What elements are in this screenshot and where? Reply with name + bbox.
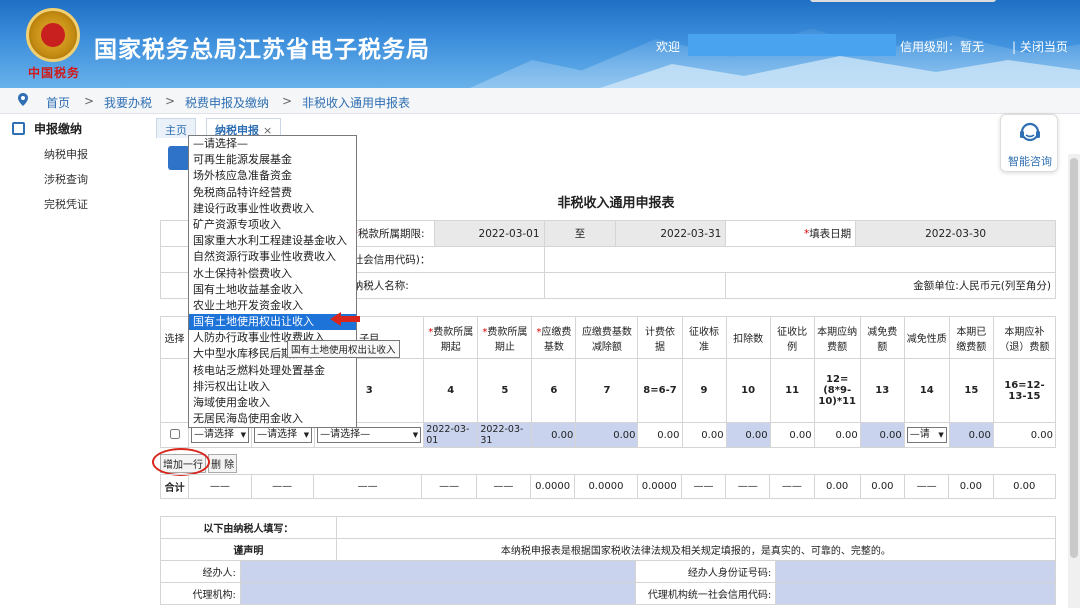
scrollbar[interactable]: [1068, 154, 1080, 608]
sidebar: 申报缴纳 纳税申报 涉税查询 完税凭证: [0, 114, 152, 608]
project-dropdown-list[interactable]: —请选择— 可再生能源发展基金 场外核应急准备资金 免税商品特许经营费 建设行政事业性收…: [188, 135, 357, 429]
paid-input[interactable]: 0.00: [948, 422, 994, 448]
credit-level: 信用级别：暂无: [900, 40, 985, 54]
date-to-input[interactable]: 2022-03-31: [477, 422, 533, 448]
dropdown-option[interactable]: 自然资源行政事业性收费收入: [189, 249, 356, 265]
sidebar-title: 申报缴纳: [34, 122, 83, 136]
dropdown-option[interactable]: 国家重大水利工程建设基金收入: [189, 233, 356, 249]
item-select[interactable]: —请选择: [254, 427, 313, 443]
smart-consult-button[interactable]: 智能咨询: [1000, 114, 1058, 172]
sidebar-item-voucher[interactable]: 完税凭证: [44, 196, 88, 212]
annotation-arrow-icon: [330, 312, 360, 326]
dropdown-option[interactable]: 建设行政事业性收费收入: [189, 201, 356, 217]
base-input[interactable]: 0.00: [531, 422, 577, 448]
site-header: 中国税务 国家税务总局江苏省电子税务局 欢迎 信用级别：暂无 | 关闭当页: [0, 0, 1080, 88]
site-title: 国家税务总局江苏省电子税务局: [94, 37, 430, 63]
option-tooltip: 国有土地使用权出让收入: [287, 340, 400, 358]
project-select[interactable]: —请选择: [191, 427, 250, 443]
sidebar-item-query[interactable]: 涉税查询: [44, 171, 88, 187]
dropdown-option[interactable]: 核电站乏燃料处理处置基金: [189, 363, 356, 379]
agent-input[interactable]: [239, 560, 637, 583]
period-to: 2022-03-31: [615, 220, 727, 247]
breadcrumb: 首页 > 我要办税 > 税费申报及缴纳 > 非税收入通用申报表: [0, 88, 1080, 114]
username-redacted: [688, 34, 896, 56]
delete-row-button[interactable]: 删 除: [208, 454, 238, 473]
dropdown-option[interactable]: 场外核应急准备资金: [189, 168, 356, 184]
top-bar: [810, 0, 996, 2]
action-button[interactable]: [168, 146, 190, 170]
period-from: 2022-03-01: [433, 220, 545, 247]
agency-input[interactable]: [239, 582, 637, 605]
dropdown-option[interactable]: 可再生能源发展基金: [189, 152, 356, 168]
emblem-script: 中国税务: [28, 66, 81, 80]
dropdown-option[interactable]: 水土保持补偿费收入: [189, 266, 356, 282]
fill-date: 2022-03-30: [855, 220, 1056, 247]
subitem-select[interactable]: —请选择—: [317, 427, 422, 443]
close-page-link[interactable]: | 关闭当页: [1012, 38, 1068, 55]
date-from-input[interactable]: 2022-03-01: [423, 422, 479, 448]
total-row: 合计 —— —— —— —— —— 0.0000 0.0000 0.0000 —— —— —— …: [159, 474, 1056, 499]
deduction-input[interactable]: 0.00: [725, 422, 771, 448]
dropdown-option[interactable]: 免税商品特许经营费: [189, 185, 356, 201]
breadcrumb-tax[interactable]: 我要办税: [104, 94, 152, 111]
row-checkbox[interactable]: [169, 428, 180, 439]
dropdown-option[interactable]: —请选择—: [189, 136, 356, 152]
welcome-text: 欢迎: [656, 40, 681, 54]
menu-icon: [12, 122, 25, 135]
dropdown-option[interactable]: 国有土地收益基金收入: [189, 282, 356, 298]
deduct-base-input[interactable]: 0.00: [575, 422, 639, 448]
breadcrumb-home[interactable]: 首页: [46, 94, 70, 111]
tax-emblem-icon: [26, 8, 80, 62]
headset-icon: [1020, 122, 1040, 142]
dropdown-option[interactable]: 无居民海岛使用金收入: [189, 411, 356, 427]
dropdown-option[interactable]: 排污权出让收入: [189, 379, 356, 395]
agency-code-input[interactable]: [775, 582, 1056, 605]
breadcrumb-declare[interactable]: 税费申报及缴纳: [185, 94, 269, 111]
annotation-circle: [152, 448, 210, 476]
sidebar-item-declare[interactable]: 纳税申报: [44, 146, 88, 162]
location-pin-icon: [18, 93, 28, 106]
declaration-table: 以下由纳税人填写： 谨声明 本纳税申报表是根据国家税收法律法规及相关规定填报的，是…: [160, 516, 1057, 605]
dropdown-option[interactable]: 海域使用金收入: [189, 395, 356, 411]
dropdown-option[interactable]: 矿产资源专项收入: [189, 217, 356, 233]
reduction-type-select[interactable]: —请: [906, 427, 947, 443]
breadcrumb-current: 非税收入通用申报表: [302, 96, 411, 110]
agent-id-input[interactable]: [775, 560, 1056, 583]
reduction-input[interactable]: 0.00: [859, 422, 905, 448]
